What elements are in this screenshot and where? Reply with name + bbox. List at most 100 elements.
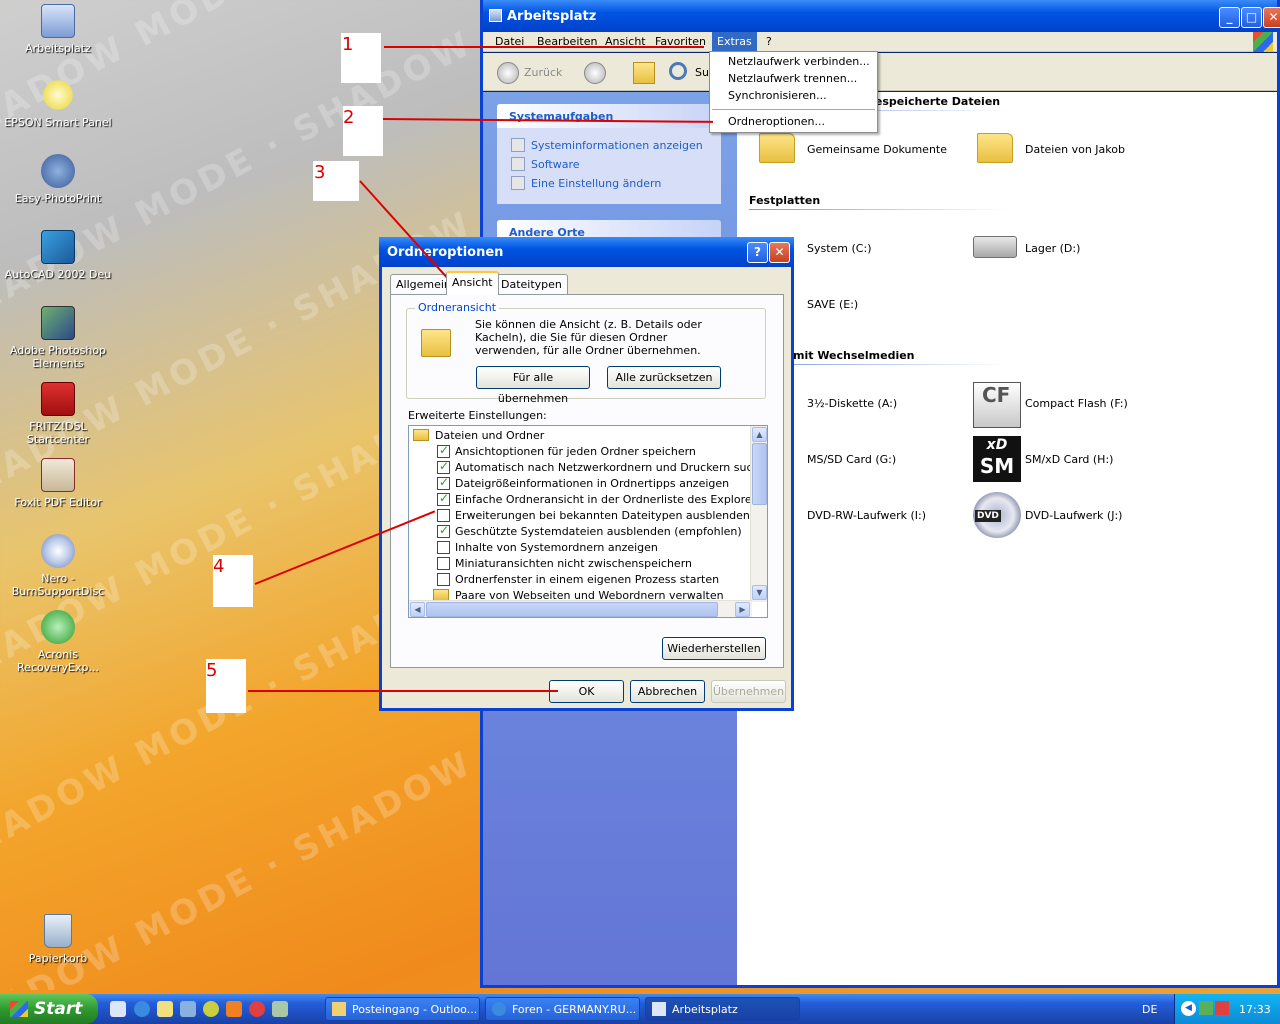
tab-dateitypen[interactable]: Dateitypen — [495, 274, 568, 294]
tray-expand-icon[interactable]: ◀ — [1181, 1001, 1196, 1016]
taskbar-button-forum[interactable]: Foren - GERMANY.RU... — [485, 997, 640, 1021]
desktop-icon-papierkorb[interactable]: Papierkorb — [0, 914, 116, 965]
setting-file-size[interactable]: Dateigrößeinformationen in Ordnertipps a… — [433, 475, 729, 490]
back-button[interactable]: Zurück — [524, 66, 562, 79]
quicklaunch-opera-icon[interactable] — [249, 1001, 265, 1017]
reset-all-button[interactable]: Alle zurücksetzen — [607, 366, 721, 389]
quicklaunch-sun-icon[interactable] — [203, 1001, 219, 1017]
desktop-icon-easy-photoprint[interactable]: Easy-PhotoPrint — [0, 154, 116, 205]
checkbox[interactable] — [437, 557, 450, 570]
drive-system-c[interactable]: System (C:) — [807, 242, 872, 255]
menu-item-folder-options[interactable]: Ordneroptionen... — [728, 115, 825, 128]
dialog-close-button[interactable]: ✕ — [769, 242, 790, 263]
checkbox[interactable] — [437, 509, 450, 522]
folder-view-group: Ordneransicht Sie können die Ansicht (z.… — [406, 301, 766, 405]
desktop-icon-fritz-dsl[interactable]: FRITZ!DSL Startcenter — [0, 382, 116, 446]
tray-security-icon[interactable] — [1215, 1001, 1229, 1015]
quicklaunch-app-icon[interactable] — [226, 1001, 242, 1017]
horizontal-scrollbar[interactable]: ◀ ▶ — [409, 600, 752, 617]
system-tasks-header[interactable]: Systemaufgaben — [497, 104, 721, 128]
explorer-titlebar[interactable]: Arbeitsplatz _ □ ✕ — [483, 0, 1280, 32]
task-software[interactable]: Software — [497, 155, 721, 174]
scroll-down-icon[interactable]: ▼ — [752, 585, 767, 600]
checkbox[interactable] — [437, 491, 450, 506]
drive-floppy-a[interactable]: 3½-Diskette (A:) — [807, 397, 897, 410]
item-shared-documents[interactable]: Gemeinsame Dokumente — [807, 143, 947, 156]
apply-button[interactable]: Übernehmen — [711, 680, 786, 703]
quicklaunch-explorer-icon[interactable] — [110, 1001, 126, 1017]
checkbox[interactable] — [437, 443, 450, 458]
quicklaunch-media-icon[interactable] — [157, 1001, 173, 1017]
forward-arrow-icon[interactable] — [584, 62, 606, 84]
desktop-icon-arbeitsplatz[interactable]: Arbeitsplatz — [0, 4, 116, 55]
scroll-thumb[interactable] — [426, 602, 718, 617]
apply-to-all-button[interactable]: Für alle übernehmen — [476, 366, 590, 405]
menu-item-synchronize[interactable]: Synchronisieren... — [728, 89, 827, 102]
scroll-up-icon[interactable]: ▲ — [752, 427, 767, 442]
desktop-icon-epson[interactable]: EPSON Smart Panel — [0, 78, 116, 129]
checkbox[interactable] — [437, 573, 450, 586]
cancel-button[interactable]: Abbrechen — [630, 680, 705, 703]
taskbar-button-outlook[interactable]: Posteingang - Outloo... — [325, 997, 480, 1021]
tab-ansicht[interactable]: Ansicht — [446, 271, 499, 295]
start-button[interactable]: Start — [0, 994, 98, 1024]
task-system-info[interactable]: Systeminformationen anzeigen — [497, 136, 721, 155]
setting-simple-folder-view[interactable]: Einfache Ordneransicht in der Ordnerlist… — [433, 491, 767, 506]
dialog-titlebar[interactable]: Ordneroptionen ? ✕ — [379, 237, 794, 267]
setting-auto-search[interactable]: Automatisch nach Netzwerkordnern und Dru… — [433, 459, 767, 474]
menu-extras[interactable]: Extras — [712, 32, 757, 52]
clock[interactable]: 17:33 — [1239, 1003, 1271, 1016]
setting-show-system-folders[interactable]: Inhalte von Systemordnern anzeigen — [433, 541, 658, 554]
taskbar-button-arbeitsplatz[interactable]: Arbeitsplatz — [645, 997, 800, 1021]
checkbox[interactable] — [437, 523, 450, 538]
desktop-icon-photoshop-elements[interactable]: Adobe Photoshop Elements — [0, 306, 116, 370]
minimize-button[interactable]: _ — [1219, 7, 1240, 28]
tree-folder-files[interactable]: Dateien und Ordner — [413, 429, 544, 442]
drive-lager-d[interactable]: Lager (D:) — [1025, 242, 1080, 255]
back-arrow-icon[interactable] — [497, 62, 519, 84]
vertical-scrollbar[interactable]: ▲ ▼ — [750, 426, 767, 602]
checkbox[interactable] — [437, 459, 450, 474]
checkbox[interactable] — [437, 541, 450, 554]
search-icon[interactable] — [669, 62, 687, 80]
drive-save-e[interactable]: SAVE (E:) — [807, 298, 858, 311]
checkbox[interactable] — [437, 475, 450, 490]
setting-no-thumb-cache[interactable]: Miniaturansichten nicht zwischenspeicher… — [433, 557, 692, 570]
desktop-icon-label: Acronis RecoveryExp... — [17, 648, 99, 674]
drive-compact-flash-f[interactable]: Compact Flash (F:) — [1025, 397, 1128, 410]
menu-item-map-network-drive[interactable]: Netzlaufwerk verbinden... — [728, 55, 870, 68]
restore-defaults-button[interactable]: Wiederherstellen — [662, 637, 766, 660]
scroll-thumb[interactable] — [752, 443, 767, 505]
quicklaunch-recycle-icon[interactable] — [272, 1001, 288, 1017]
drive-dvd-j[interactable]: DVD-Laufwerk (J:) — [1025, 509, 1122, 522]
ok-button[interactable]: OK — [549, 680, 624, 703]
item-jakob-files[interactable]: Dateien von Jakob — [1025, 143, 1125, 156]
desktop-icon-foxit[interactable]: Foxit PDF Editor — [0, 458, 116, 509]
menubar: Datei Bearbeiten Ansicht Favoriten Extra… — [483, 32, 1277, 52]
task-settings[interactable]: Eine Einstellung ändern — [497, 174, 721, 193]
scroll-right-icon[interactable]: ▶ — [735, 602, 750, 617]
quicklaunch-email-icon[interactable] — [180, 1001, 196, 1017]
drive-smxd-h[interactable]: SM/xD Card (H:) — [1025, 453, 1113, 466]
setting-separate-process[interactable]: Ordnerfenster in einem eigenen Prozess s… — [433, 573, 719, 586]
advanced-settings-list[interactable]: Dateien und Ordner Ansichtoptionen für j… — [408, 425, 768, 618]
quicklaunch-ie-icon[interactable] — [134, 1001, 150, 1017]
desktop-icon-acronis[interactable]: Acronis RecoveryExp... — [0, 610, 116, 674]
menu-help[interactable]: ? — [766, 35, 772, 48]
scroll-left-icon[interactable]: ◀ — [410, 602, 425, 617]
drive-dvdrw-i[interactable]: DVD-RW-Laufwerk (I:) — [807, 509, 926, 522]
maximize-button[interactable]: □ — [1241, 7, 1262, 28]
drive-mssd-g[interactable]: MS/SD Card (G:) — [807, 453, 896, 466]
menu-item-disconnect-network-drive[interactable]: Netzlaufwerk trennen... — [728, 72, 857, 85]
language-indicator[interactable]: DE — [1142, 1003, 1157, 1016]
folder-up-icon[interactable] — [633, 62, 655, 84]
setting-hide-extensions[interactable]: Erweiterungen bei bekannten Dateitypen a… — [433, 509, 750, 522]
setting-save-view[interactable]: Ansichtoptionen für jeden Ordner speiche… — [433, 443, 696, 458]
help-button[interactable]: ? — [747, 242, 768, 263]
annotation-number-1: 1 — [342, 34, 354, 55]
desktop-icon-autocad[interactable]: AutoCAD 2002 Deu — [0, 230, 116, 281]
desktop-icon-nero[interactable]: Nero - BurnSupportDisc — [0, 534, 116, 598]
close-button[interactable]: ✕ — [1263, 7, 1280, 28]
tray-network-icon[interactable] — [1199, 1001, 1213, 1015]
setting-hide-system-files[interactable]: Geschützte Systemdateien ausblenden (emp… — [433, 523, 742, 538]
